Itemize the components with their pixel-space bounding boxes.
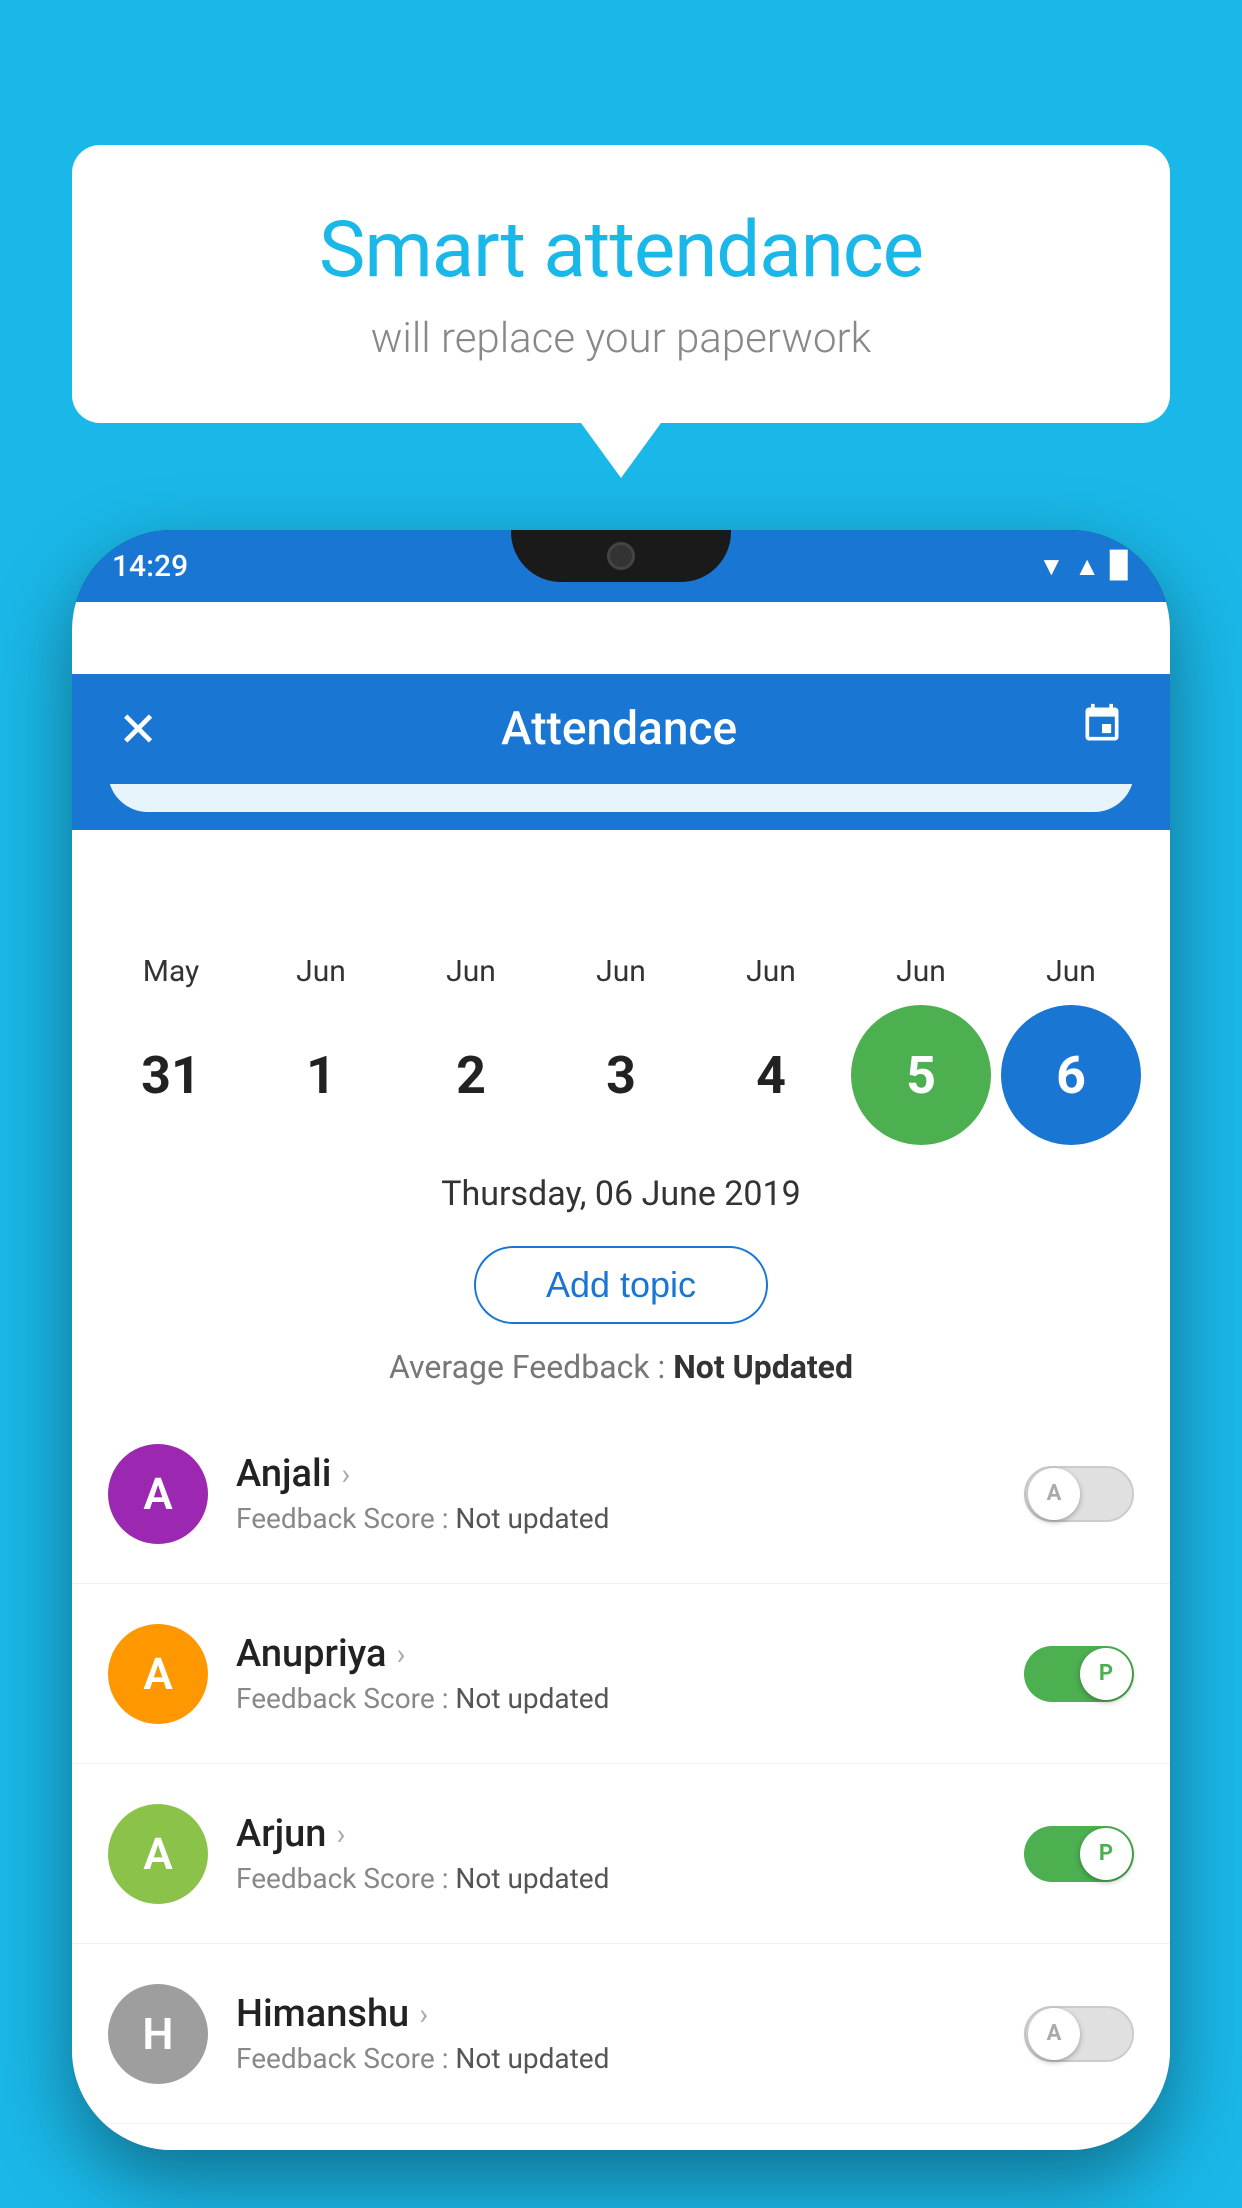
- student-name-anupriya: Anupriya: [236, 1632, 386, 1676]
- date-0[interactable]: 31: [101, 1005, 241, 1145]
- feedback-value-anupriya: Not updated: [455, 1682, 609, 1715]
- student-info-anjali: Anjali › Feedback Score : Not updated: [236, 1452, 1024, 1535]
- close-button[interactable]: ✕: [108, 691, 168, 768]
- app-bar-title: Attendance: [168, 702, 1070, 756]
- student-name-row-anjali: Anjali ›: [236, 1452, 1024, 1496]
- date-info: Thursday, 06 June 2019: [72, 1154, 1170, 1230]
- month-0[interactable]: May: [101, 954, 241, 989]
- toggle-anjali[interactable]: A: [1024, 1466, 1134, 1522]
- month-5[interactable]: Jun: [851, 954, 991, 989]
- speech-bubble-container: Smart attendance will replace your paper…: [72, 145, 1170, 478]
- student-item-anupriya[interactable]: A Anupriya › Feedback Score : Not update…: [72, 1584, 1170, 1764]
- toggle-arjun[interactable]: P: [1024, 1826, 1134, 1882]
- chevron-right-icon-anjali: ›: [341, 1457, 350, 1492]
- month-2[interactable]: Jun: [401, 954, 541, 989]
- student-info-himanshu: Himanshu › Feedback Score : Not updated: [236, 1992, 1024, 2075]
- student-name-anjali: Anjali: [236, 1452, 331, 1496]
- date-5[interactable]: 5: [851, 1005, 991, 1145]
- student-name-row-anupriya: Anupriya ›: [236, 1632, 1024, 1676]
- speech-bubble: Smart attendance will replace your paper…: [72, 145, 1170, 423]
- avg-feedback: Average Feedback : Not Updated: [72, 1332, 1170, 1402]
- student-feedback-arjun: Feedback Score : Not updated: [236, 1862, 1024, 1895]
- date-6[interactable]: 6: [1001, 1005, 1141, 1145]
- student-feedback-anupriya: Feedback Score : Not updated: [236, 1682, 1024, 1715]
- date-1[interactable]: 1: [251, 1005, 391, 1145]
- calendar-area: May Jun Jun Jun Jun Jun Jun 31 1 2 3 4 5…: [72, 924, 1170, 1165]
- month-1[interactable]: Jun: [251, 954, 391, 989]
- add-topic-button[interactable]: Add topic: [474, 1246, 768, 1324]
- date-2[interactable]: 2: [401, 1005, 541, 1145]
- speech-bubble-subtitle: will replace your paperwork: [152, 314, 1090, 363]
- status-icons: ▼ ▲ ▉: [1039, 551, 1130, 582]
- attendance-toggle-anjali[interactable]: A: [1024, 1466, 1134, 1522]
- add-topic-container: Add topic: [72, 1230, 1170, 1340]
- student-feedback-anjali: Feedback Score : Not updated: [236, 1502, 1024, 1535]
- attendance-toggle-anupriya[interactable]: P: [1024, 1646, 1134, 1702]
- date-full: Thursday, 06 June 2019: [441, 1174, 801, 1214]
- status-bar: 14:29 ▼ ▲ ▉: [72, 530, 1170, 602]
- chevron-right-icon-anupriya: ›: [396, 1637, 405, 1672]
- month-4[interactable]: Jun: [701, 954, 841, 989]
- phone-screen: ✕ Attendance Search May: [72, 602, 1170, 2150]
- avatar-anjali: A: [108, 1444, 208, 1544]
- student-list: A Anjali › Feedback Score : Not updated …: [72, 1404, 1170, 2150]
- calendar-icon[interactable]: [1070, 692, 1134, 766]
- toggle-knob-anupriya: P: [1080, 1648, 1132, 1700]
- month-6[interactable]: Jun: [1001, 954, 1141, 989]
- student-feedback-himanshu: Feedback Score : Not updated: [236, 2042, 1024, 2075]
- date-4[interactable]: 4: [701, 1005, 841, 1145]
- feedback-value-himanshu: Not updated: [455, 2042, 609, 2075]
- avg-feedback-label-text: Average Feedback :: [389, 1348, 673, 1386]
- date-3[interactable]: 3: [551, 1005, 691, 1145]
- student-item-arjun[interactable]: A Arjun › Feedback Score : Not updated P: [72, 1764, 1170, 1944]
- avatar-anupriya: A: [108, 1624, 208, 1724]
- student-name-row-himanshu: Himanshu ›: [236, 1992, 1024, 2036]
- chevron-right-icon-himanshu: ›: [419, 1997, 428, 2032]
- app-bar: ✕ Attendance: [72, 674, 1170, 784]
- signal-icon: ▲: [1074, 551, 1100, 582]
- toggle-himanshu[interactable]: A: [1024, 2006, 1134, 2062]
- student-item-himanshu[interactable]: H Himanshu › Feedback Score : Not update…: [72, 1944, 1170, 2124]
- toggle-knob-anjali: A: [1028, 1468, 1080, 1520]
- avatar-himanshu: H: [108, 1984, 208, 2084]
- avg-feedback-value: Not Updated: [673, 1348, 853, 1386]
- student-name-arjun: Arjun: [236, 1812, 326, 1856]
- status-time: 14:29: [112, 549, 188, 584]
- student-name-row-arjun: Arjun ›: [236, 1812, 1024, 1856]
- toggle-anupriya[interactable]: P: [1024, 1646, 1134, 1702]
- attendance-toggle-himanshu[interactable]: A: [1024, 2006, 1134, 2062]
- battery-icon: ▉: [1110, 551, 1130, 581]
- calendar-dates: 31 1 2 3 4 5 6: [96, 1005, 1146, 1145]
- phone-frame: 14:29 ▼ ▲ ▉ ✕ Attendance: [72, 530, 1170, 2150]
- student-info-arjun: Arjun › Feedback Score : Not updated: [236, 1812, 1024, 1895]
- student-item-anjali[interactable]: A Anjali › Feedback Score : Not updated …: [72, 1404, 1170, 1584]
- speech-bubble-title: Smart attendance: [152, 205, 1090, 296]
- month-3[interactable]: Jun: [551, 954, 691, 989]
- phone-notch: [511, 530, 731, 582]
- avatar-arjun: A: [108, 1804, 208, 1904]
- student-info-anupriya: Anupriya › Feedback Score : Not updated: [236, 1632, 1024, 1715]
- wifi-icon: ▼: [1039, 551, 1065, 582]
- front-camera: [607, 542, 635, 570]
- chevron-right-icon-arjun: ›: [336, 1817, 345, 1852]
- feedback-value-arjun: Not updated: [455, 1862, 609, 1895]
- toggle-knob-arjun: P: [1080, 1828, 1132, 1880]
- toggle-knob-himanshu: A: [1028, 2008, 1080, 2060]
- speech-bubble-tail: [581, 423, 661, 478]
- calendar-months: May Jun Jun Jun Jun Jun Jun: [96, 954, 1146, 989]
- attendance-toggle-arjun[interactable]: P: [1024, 1826, 1134, 1882]
- feedback-value-anjali: Not updated: [455, 1502, 609, 1535]
- avg-feedback-label: Average Feedback : Not Updated: [389, 1348, 853, 1386]
- student-name-himanshu: Himanshu: [236, 1992, 409, 2036]
